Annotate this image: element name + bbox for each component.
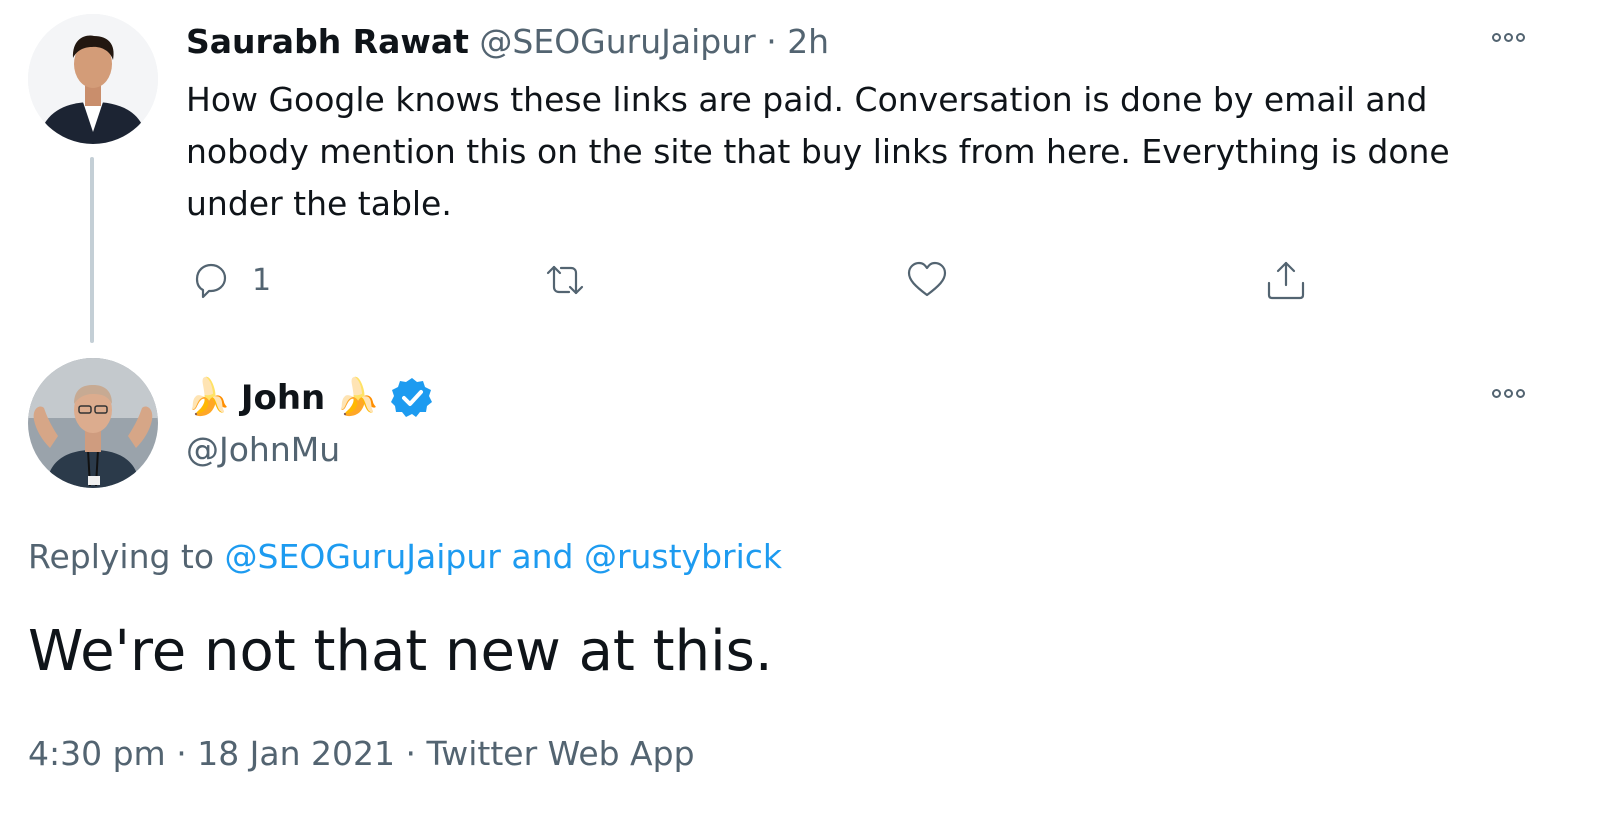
banana-emoji-icon: 🍌 — [335, 377, 381, 418]
more-icon-dot — [1515, 388, 1525, 398]
reply-mention-rustybrick[interactable]: @rustybrick — [584, 537, 782, 576]
parent-tweet-text: How Google knows these links are paid. C… — [186, 80, 1450, 223]
reply-mention-seoguru[interactable]: @SEOGuruJaipur — [225, 537, 501, 576]
more-icon — [1491, 388, 1501, 398]
person-portrait-icon — [28, 358, 158, 488]
reply-icon — [195, 263, 227, 299]
banana-emoji-icon: 🍌 — [186, 377, 231, 418]
reply-mention-joiner: and — [511, 537, 574, 576]
more-icon-dot — [1515, 32, 1525, 42]
avatar-john[interactable] — [28, 358, 158, 488]
reply-count: 1 — [252, 262, 272, 298]
replying-to-label: Replying to — [28, 537, 215, 576]
thread-connector-line — [90, 157, 94, 343]
separator-dot: · — [176, 734, 187, 773]
tweet-date[interactable]: 18 Jan 2021 — [197, 734, 395, 773]
more-icon-dot — [1503, 32, 1513, 42]
like-button[interactable] — [902, 252, 952, 308]
heart-icon — [907, 261, 947, 297]
tweet-timestamp[interactable]: 2h — [787, 22, 829, 61]
separator-dot: · — [766, 22, 777, 61]
share-button[interactable] — [1261, 252, 1311, 308]
replying-to-line: Replying to @SEOGuruJaipur and @rustybri… — [28, 533, 782, 581]
separator-dot: · — [405, 734, 417, 773]
retweet-icon — [546, 265, 584, 295]
retweet-button[interactable] — [540, 252, 590, 308]
avatar-saurabh[interactable] — [28, 14, 158, 144]
more-icon-dot — [1503, 388, 1513, 398]
more-icon — [1491, 32, 1501, 42]
tweet-source[interactable]: Twitter Web App — [427, 734, 695, 773]
author-name[interactable]: Saurabh Rawat — [186, 22, 469, 61]
author-name[interactable]: John — [241, 378, 325, 418]
parent-more-button[interactable] — [1480, 22, 1536, 52]
main-tweet-name-row: 🍌 John 🍌 — [186, 372, 434, 424]
main-tweet-text: We're not that new at this. — [28, 619, 773, 684]
main-more-button[interactable] — [1480, 378, 1536, 408]
person-portrait-icon — [28, 14, 158, 144]
parent-tweet-header: Saurabh Rawat @SEOGuruJaipur · 2h — [186, 20, 829, 64]
share-icon — [1267, 261, 1305, 300]
author-handle[interactable]: @JohnMu — [186, 428, 340, 472]
reply-button[interactable]: 1 — [184, 252, 271, 308]
author-handle[interactable]: @SEOGuruJaipur — [479, 22, 755, 61]
verified-badge-icon[interactable] — [390, 376, 434, 420]
tweet-time[interactable]: 4:30 pm — [28, 734, 166, 773]
tweet-meta: 4:30 pm · 18 Jan 2021 · Twitter Web App — [28, 730, 695, 778]
